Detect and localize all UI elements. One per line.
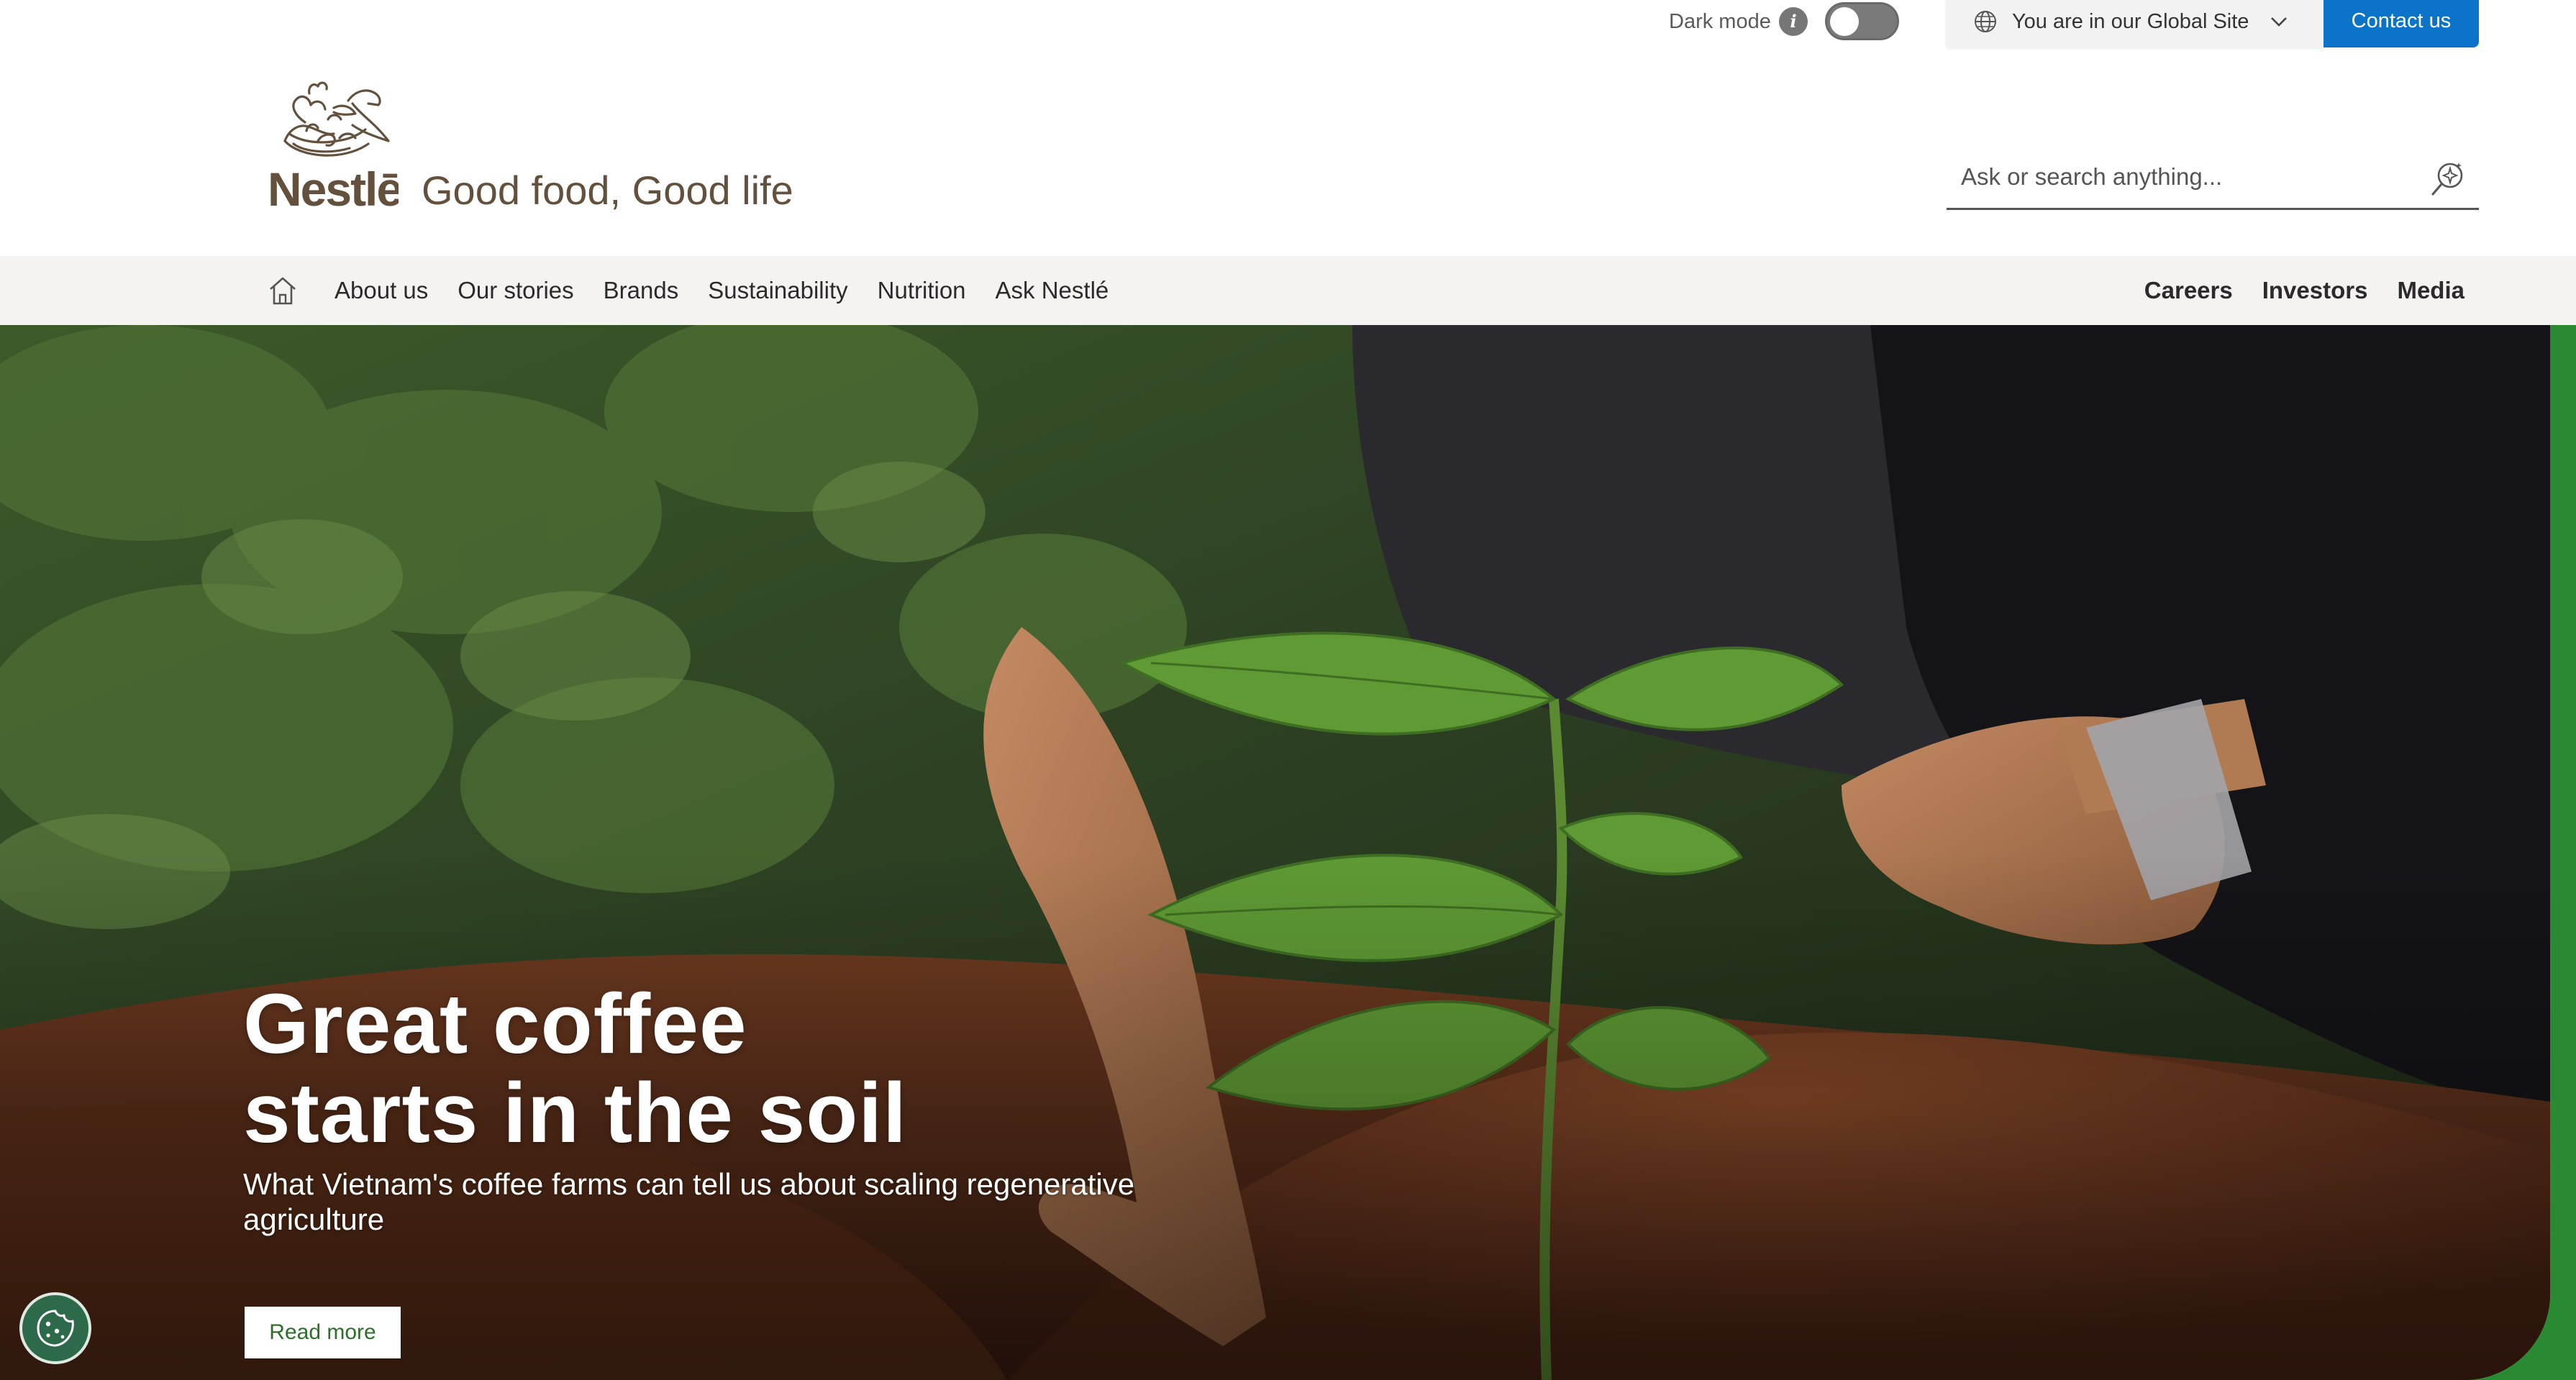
tagline: Good food, Good life [422, 168, 793, 213]
site-selector[interactable]: You are in our Global Site [1946, 0, 2324, 47]
hero-section: Great coffee starts in the soil What Vie… [0, 325, 2576, 1380]
cookie-icon [37, 1310, 74, 1347]
svg-text:Nestlē: Nestlē [268, 163, 399, 207]
search-bar[interactable] [1947, 150, 2479, 210]
nav-careers[interactable]: Careers [2144, 277, 2233, 304]
hero-banner: Great coffee starts in the soil What Vie… [0, 325, 2550, 1380]
nav-sustainability[interactable]: Sustainability [708, 277, 847, 304]
nav-investors[interactable]: Investors [2262, 277, 2368, 304]
nav-ask-nestle[interactable]: Ask Nestlé [996, 277, 1109, 304]
main-nav: About us Our stories Brands Sustainabili… [0, 256, 2576, 325]
utility-bar: Dark mode i You are in our Global Site C… [0, 0, 2576, 47]
nestle-logo[interactable]: Nestlē [268, 72, 403, 216]
hero-title-line-2: starts in the soil [243, 1066, 907, 1161]
hero-title: Great coffee starts in the soil [243, 979, 907, 1158]
read-more-button[interactable]: Read more [245, 1307, 401, 1358]
nav-our-stories[interactable]: Our stories [458, 277, 573, 304]
site-selector-label: You are in our Global Site [2012, 10, 2249, 33]
info-icon[interactable]: i [1779, 7, 1808, 36]
ai-search-icon[interactable] [2429, 158, 2469, 198]
dark-mode-label: Dark mode [1669, 10, 1771, 33]
chevron-down-icon [2271, 17, 2287, 27]
hero-subtitle: What Vietnam's coffee farms can tell us … [243, 1167, 1135, 1236]
toggle-knob [1830, 7, 1859, 36]
hero-title-line-1: Great coffee [243, 977, 747, 1071]
nav-media[interactable]: Media [2397, 277, 2465, 304]
search-input[interactable] [1961, 160, 2421, 194]
home-icon[interactable] [268, 275, 298, 306]
nav-nutrition[interactable]: Nutrition [878, 277, 966, 304]
contact-us-button[interactable]: Contact us [2324, 0, 2479, 47]
nav-about-us[interactable]: About us [334, 277, 428, 304]
dark-mode-toggle[interactable] [1825, 2, 1899, 40]
nav-brands[interactable]: Brands [604, 277, 679, 304]
globe-icon [1975, 11, 1996, 32]
cookie-settings-button[interactable] [19, 1292, 91, 1364]
